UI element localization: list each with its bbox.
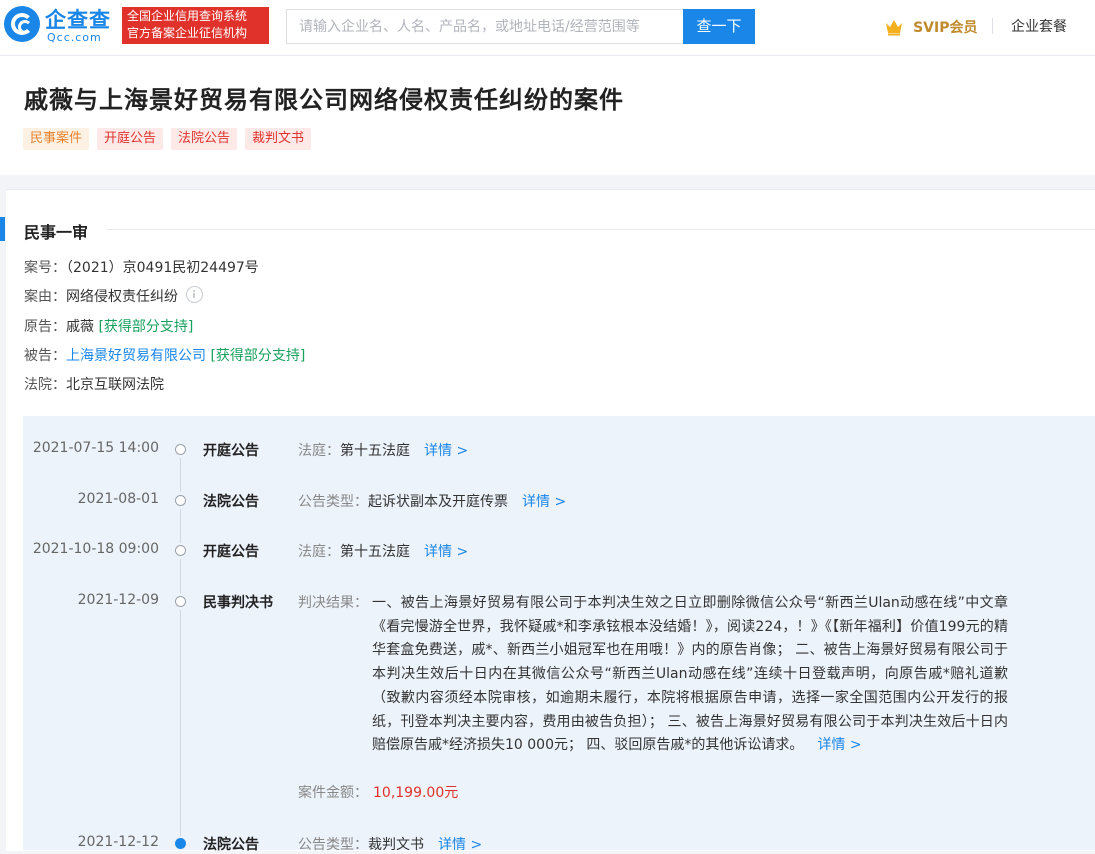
judgment-result-text: 一、被告上海景好贸易有限公司于本判决生效之日立即删除微信公众号“新西兰Ulan动… [372,592,1008,758]
timeline-dot [175,444,186,455]
judgment-result-value: 一、被告上海景好贸易有限公司于本判决生效之日立即删除微信公众号“新西兰Ulan动… [372,595,1008,754]
search-input[interactable] [287,10,684,43]
timeline-dot [175,495,186,506]
case-tags: 民事案件 开庭公告 法院公告 裁判文书 [23,128,312,150]
event-type: 民事判决书 [203,595,273,611]
event-date: 2021-07-15 14:00 [32,440,159,456]
info-icon[interactable] [186,286,203,303]
event-detail-label: 法庭： [298,544,340,560]
badge-line-2: 官方备案企业征信机构 [127,26,248,40]
event-details-link[interactable]: 详情 > [438,837,482,853]
top-header: 企查查 Qcc.com 全国企业信用查询系统 官方备案企业征信机构 查一下 SV… [0,0,1095,56]
event-details-link[interactable]: 详情 > [424,544,468,560]
tag-hearing-notice[interactable]: 开庭公告 [97,128,164,150]
event-detail-value: 起诉状副本及开庭传票 [368,494,508,510]
event-detail: 公告类型：裁判文书 详情 > [298,834,482,854]
timeline-connector [180,559,181,594]
event-detail: 法庭：第十五法庭 详情 > [298,541,468,561]
enterprise-plan-link[interactable]: 企业套餐 [1011,16,1067,36]
defendant-result: [获得部分支持] [210,348,306,364]
event-detail: 公告类型：起诉状副本及开庭传票 详情 > [298,491,566,511]
event-detail-label: 公告类型： [298,494,368,510]
svip-link[interactable]: SVIP会员 [884,16,977,38]
search-button[interactable]: 查一下 [683,9,755,44]
event-detail-value: 第十五法庭 [340,443,410,459]
event-detail-value: 裁判文书 [368,837,424,853]
header-divider [992,18,993,34]
timeline-dot [175,545,186,556]
tag-civil-case[interactable]: 民事案件 [23,128,90,150]
event-detail: 法庭：第十五法庭 详情 > [298,440,468,460]
crown-icon [886,19,902,35]
case-amount-label: 案件金额： [298,785,368,801]
event-details-link[interactable]: 详情 > [424,443,468,459]
court-row: 法院：北京互联网法院 [24,374,164,394]
defendant-row: 被告：上海景好贸易有限公司 [获得部分支持] [24,345,305,365]
qcc-logo-icon[interactable] [4,6,40,42]
case-number-row: 案号：（2021）京0491民初24497号 [24,257,259,277]
event-details-link[interactable]: 详情 > [817,737,861,753]
logo-domain: Qcc.com [47,31,102,44]
case-cause-row: 案由：网络侵权责任纠纷 [24,286,203,306]
plaintiff-result: [获得部分支持] [98,319,194,335]
timeline-connector [180,610,181,836]
section-title: 民事一审 [24,223,89,242]
plaintiff-row: 原告：戚薇 [获得部分支持] [24,316,193,336]
tag-judgment-doc[interactable]: 裁判文书 [245,128,312,150]
timeline-connector [180,458,181,492]
plaintiff-label: 原告： [24,319,66,335]
event-date: 2021-12-09 [77,592,159,608]
page-title: 戚薇与上海景好贸易有限公司网络侵权责任纠纷的案件 [24,86,624,114]
event-date: 2021-10-18 09:00 [32,541,159,557]
case-cause-label: 案由： [24,289,66,305]
defendant-link[interactable]: 上海景好贸易有限公司 [66,348,206,364]
badge-line-1: 全国企业信用查询系统 [127,9,248,23]
court-value: 北京互联网法院 [66,377,164,393]
search-box [286,9,684,44]
event-type: 开庭公告 [203,443,259,459]
plaintiff-name: 戚薇 [66,319,94,335]
section-accent-bar [0,217,5,241]
case-amount-value: 10,199.00元 [373,785,459,801]
tag-court-notice[interactable]: 法院公告 [171,128,238,150]
event-detail-label: 公告类型： [298,837,368,853]
timeline-connector [180,509,181,543]
timeline-dot [175,596,186,607]
event-detail-value: 第十五法庭 [340,544,410,560]
event-detail-label: 法庭： [298,443,340,459]
defendant-label: 被告： [24,348,66,364]
section-divider [107,229,1095,230]
court-label: 法院： [24,377,66,393]
event-type: 法院公告 [203,494,259,510]
event-details-link[interactable]: 详情 > [522,494,566,510]
event-date: 2021-12-12 [77,834,159,850]
case-number-value: （2021）京0491民初24497号 [66,260,259,276]
case-title-card [0,56,1095,175]
event-type: 法院公告 [203,837,259,853]
event-type: 开庭公告 [203,544,259,560]
event-date: 2021-08-01 [77,491,159,507]
case-number-label: 案号： [24,260,66,276]
timeline-dot-current [175,838,186,849]
svip-label: SVIP会员 [913,19,978,36]
logo-name[interactable]: 企查查 [45,4,111,34]
official-badge: 全国企业信用查询系统 官方备案企业征信机构 [122,7,269,44]
judgment-result-label: 判决结果： [298,595,368,611]
case-cause-value: 网络侵权责任纠纷 [66,289,178,305]
